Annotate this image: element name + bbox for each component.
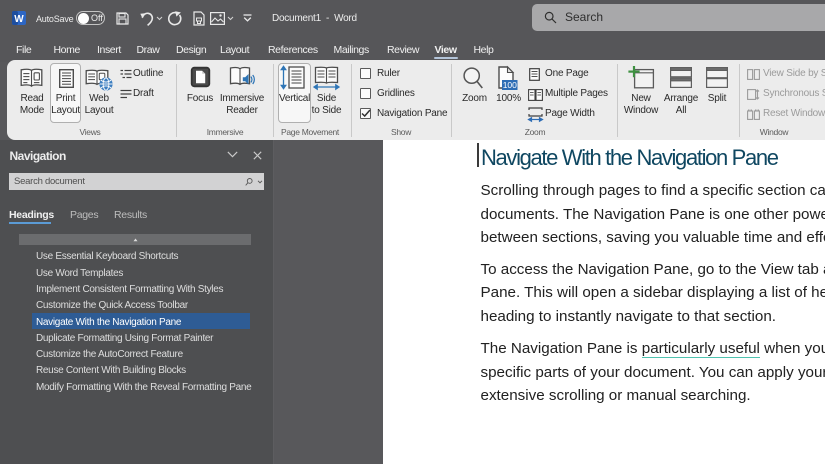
svg-text:100: 100	[503, 80, 517, 90]
svg-text:W: W	[14, 14, 24, 25]
